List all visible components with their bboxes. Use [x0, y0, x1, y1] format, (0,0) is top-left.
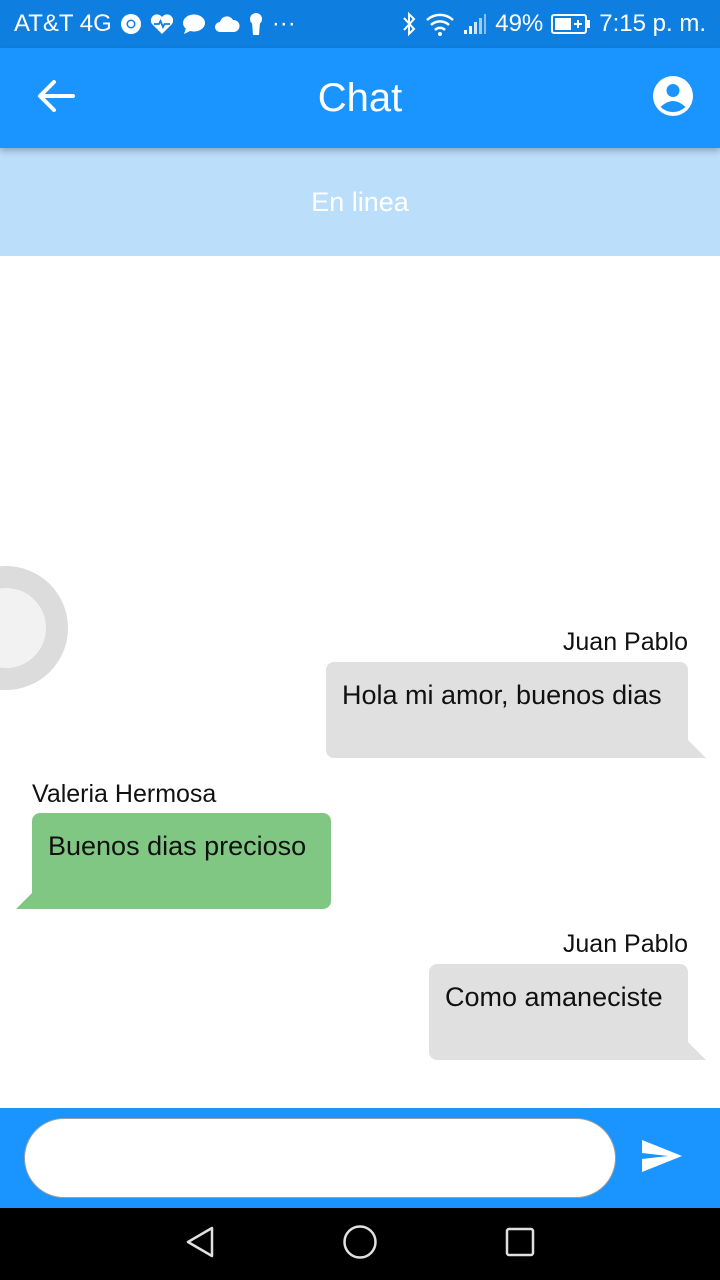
back-triangle-icon — [184, 1225, 216, 1264]
app-bar: Chat — [0, 48, 720, 148]
send-button[interactable] — [636, 1136, 688, 1180]
nav-home-button[interactable] — [340, 1224, 380, 1264]
battery-icon — [551, 13, 591, 35]
signal-icon — [463, 13, 487, 35]
status-bar: AT&T 4G ··· 49% 7:15 p. m. — [0, 0, 720, 48]
cloud-icon — [214, 15, 240, 33]
bubble-tail — [688, 1042, 706, 1060]
message-composer — [0, 1108, 720, 1208]
account-circle-icon — [652, 75, 694, 122]
recents-square-icon — [504, 1226, 536, 1263]
nav-back-button[interactable] — [180, 1224, 220, 1264]
status-bar-right: 49% 7:15 p. m. — [401, 10, 706, 38]
arrow-back-icon — [37, 79, 75, 118]
message-text: Como amaneciste — [445, 982, 663, 1012]
back-button[interactable] — [28, 72, 84, 124]
status-bar-left: AT&T 4G ··· — [14, 10, 296, 38]
wifi-icon — [425, 12, 455, 36]
send-icon — [640, 1138, 684, 1179]
chat-icon — [182, 13, 206, 35]
presence-status-label: En linea — [311, 186, 409, 217]
bubble-tail — [16, 893, 32, 909]
home-circle-icon — [342, 1224, 378, 1265]
bubble-tail — [688, 740, 706, 758]
chat-message-list[interactable]: Juan Pablo Hola mi amor, buenos dias Val… — [0, 256, 720, 1108]
loading-spinner-icon — [0, 566, 68, 690]
message-sender: Juan Pablo — [562, 628, 688, 656]
nav-recents-button[interactable] — [500, 1224, 540, 1264]
message-sender: Valeria Hermosa — [32, 780, 217, 808]
clock: 7:15 p. m. — [599, 10, 706, 37]
system-navigation-bar — [0, 1208, 720, 1280]
bluetooth-icon — [401, 11, 417, 37]
presence-status-bar: En linea — [0, 148, 720, 256]
keyhole-icon — [248, 12, 264, 36]
profile-button[interactable] — [650, 75, 696, 121]
message-bubble-sent[interactable]: Hola mi amor, buenos dias — [326, 662, 706, 758]
health-icon — [150, 13, 174, 35]
message-text: Buenos dias precioso — [48, 831, 307, 861]
message-bubble-sent[interactable]: Como amaneciste — [429, 964, 706, 1060]
battery-percentage: 49% — [495, 10, 544, 37]
page-title: Chat — [317, 75, 403, 120]
message-sender: Juan Pablo — [562, 930, 688, 958]
message-input[interactable] — [24, 1118, 616, 1198]
more-notifications: ··· — [271, 10, 296, 37]
chrome-icon — [120, 13, 142, 35]
carrier-label: AT&T 4G — [14, 10, 112, 37]
message-text: Hola mi amor, buenos dias — [342, 680, 662, 710]
message-bubble-received[interactable]: Buenos dias precioso — [16, 813, 331, 909]
